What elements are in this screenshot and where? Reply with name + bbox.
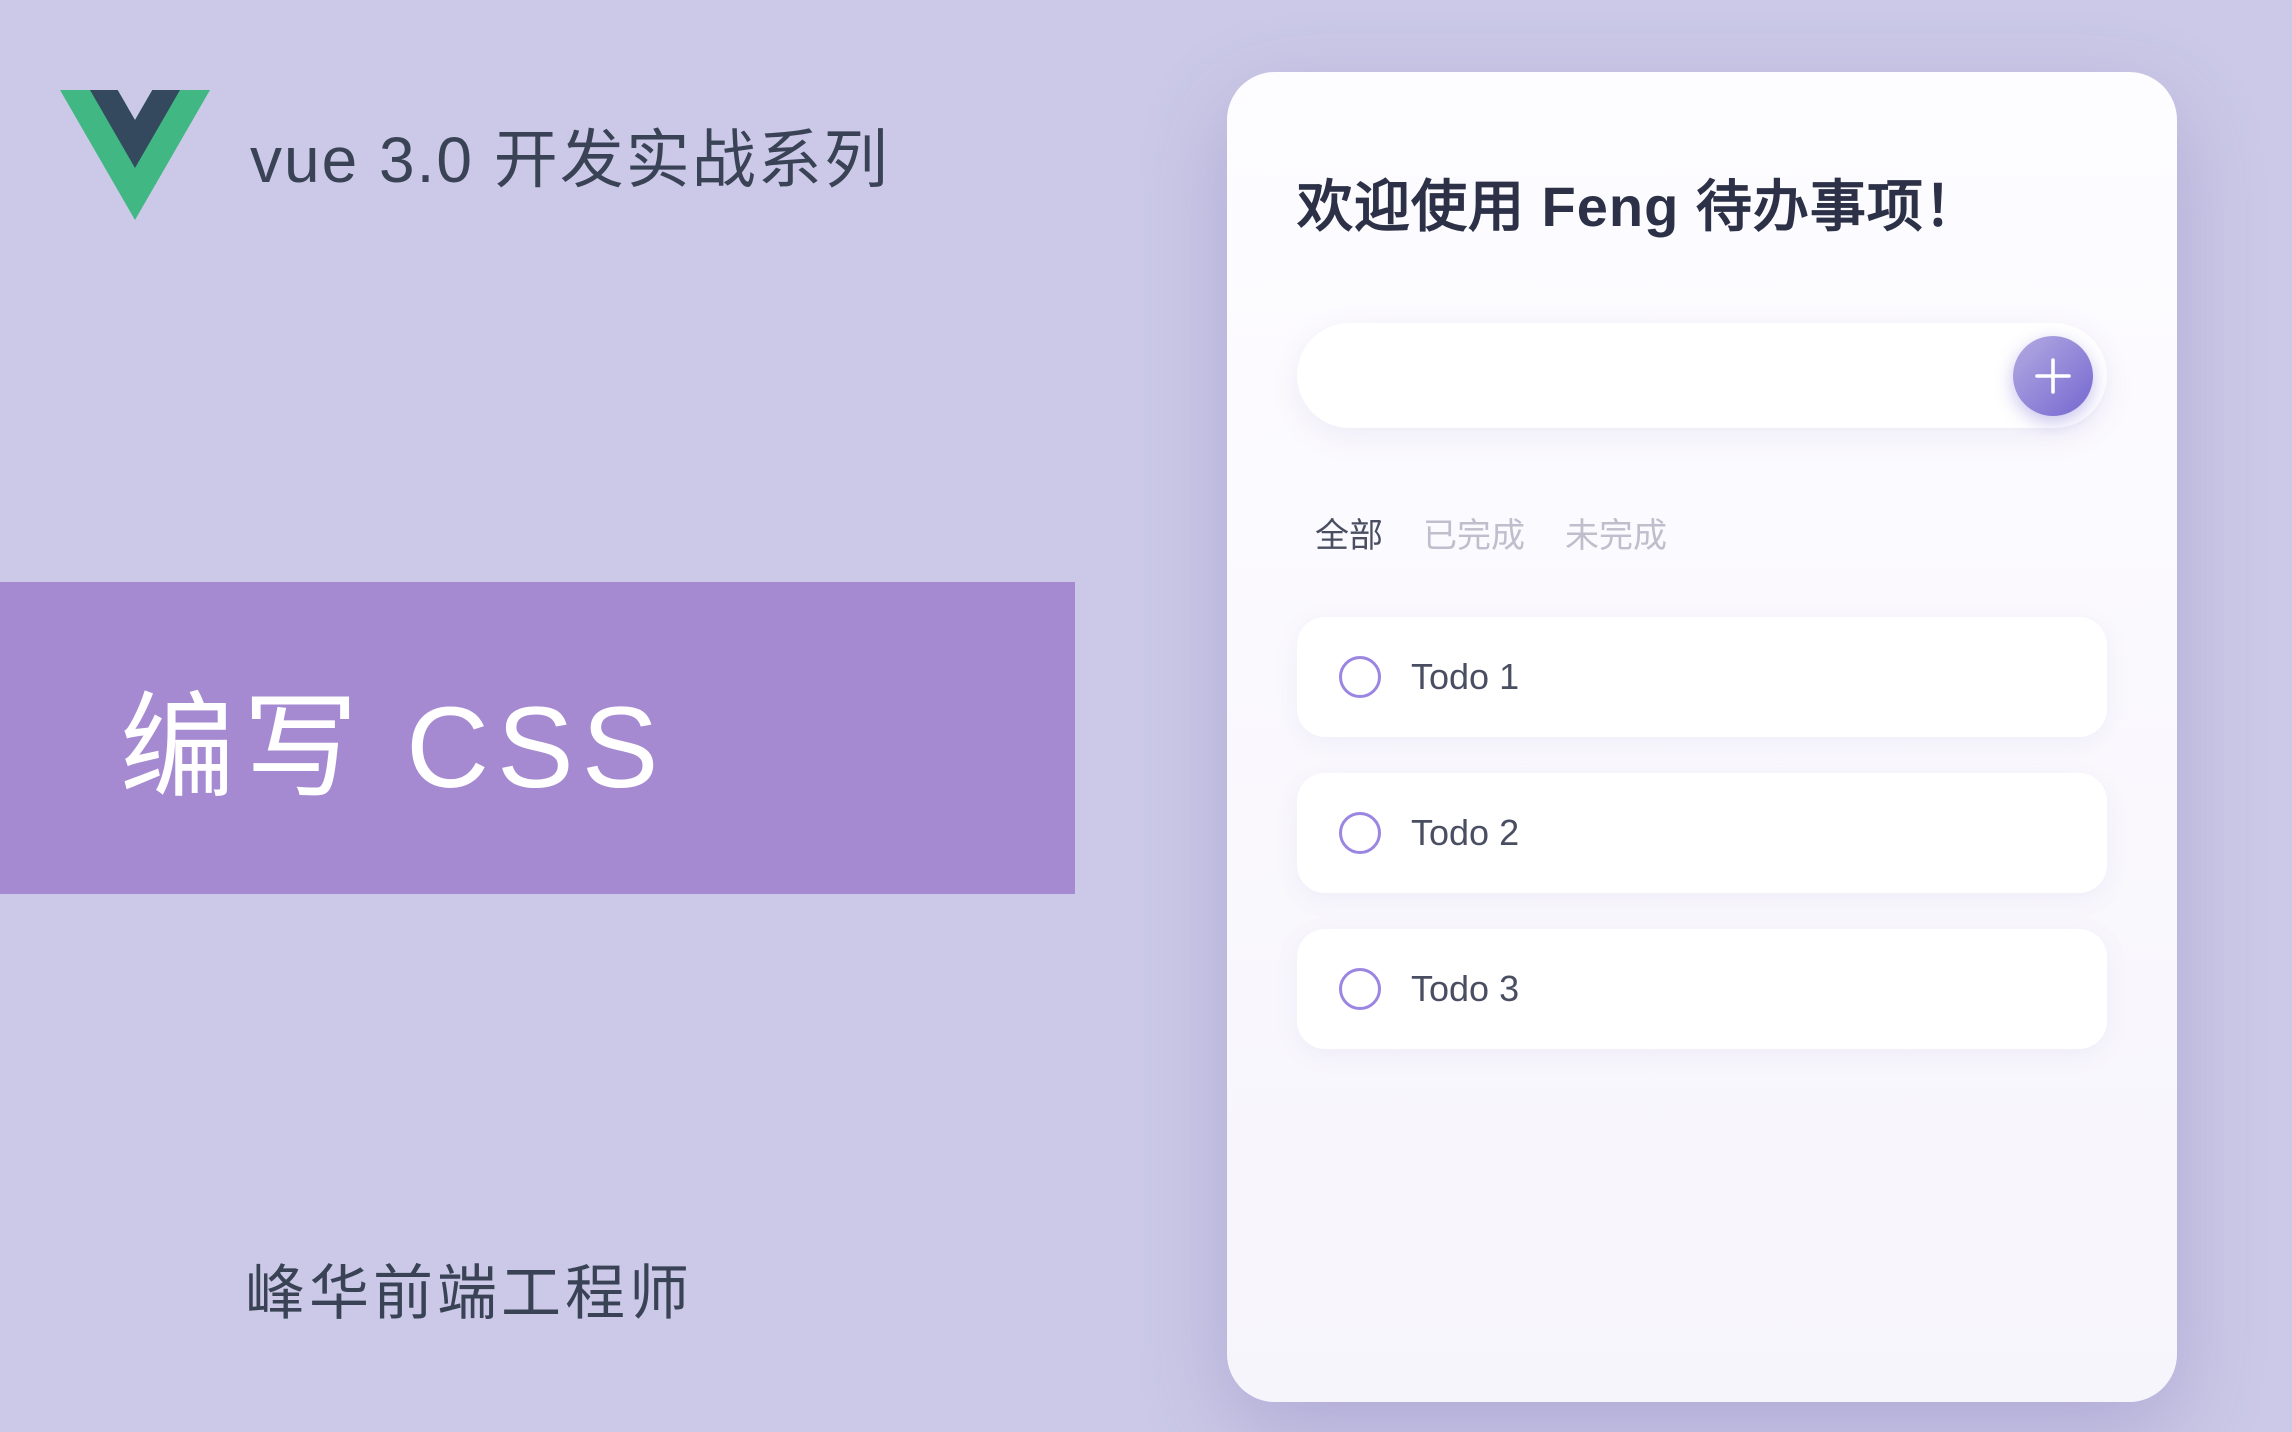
todo-item[interactable]: Todo 3 [1297,929,2107,1049]
filter-done[interactable]: 已完成 [1423,508,1525,557]
todo-label: Todo 3 [1411,968,1519,1010]
vue-logo-icon [60,90,210,220]
todo-app-card: 欢迎使用 Feng 待办事项！ 全部 已完成 未完成 Todo 1 Todo 2… [1227,72,2177,1402]
series-title: vue 3.0 开发实战系列 [250,109,890,201]
page-header: vue 3.0 开发实战系列 [60,90,890,220]
app-title: 欢迎使用 Feng 待办事项！ [1297,162,2107,243]
topic-title: 编写 CSS [120,655,666,821]
topic-band: 编写 CSS [0,582,1075,894]
filter-undone[interactable]: 未完成 [1565,508,1667,557]
plus-icon [2029,352,2077,400]
todo-label: Todo 1 [1411,656,1519,698]
todo-item[interactable]: Todo 1 [1297,617,2107,737]
filter-all[interactable]: 全部 [1315,508,1383,557]
todo-checkbox[interactable] [1339,656,1381,698]
todo-list: Todo 1 Todo 2 Todo 3 [1297,617,2107,1049]
add-todo-button[interactable] [2013,336,2093,416]
todo-input[interactable] [1337,356,2013,395]
todo-input-row [1297,323,2107,428]
todo-item[interactable]: Todo 2 [1297,773,2107,893]
todo-checkbox[interactable] [1339,812,1381,854]
author-name: 峰华前端工程师 [245,1245,693,1332]
filter-tabs: 全部 已完成 未完成 [1297,508,2107,557]
todo-checkbox[interactable] [1339,968,1381,1010]
todo-label: Todo 2 [1411,812,1519,854]
